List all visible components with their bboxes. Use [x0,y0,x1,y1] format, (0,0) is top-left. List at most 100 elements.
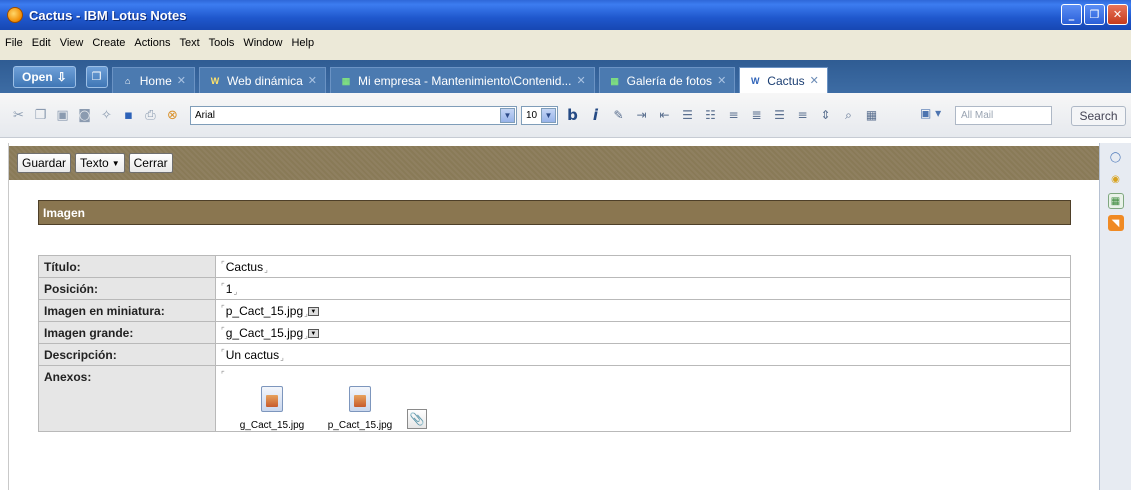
tab-close-icon[interactable]: ✕ [576,74,585,87]
rss-feed-icon[interactable]: ◥ [1107,215,1124,231]
table-row: Descripción: ⌜Un cactus⌟ [38,343,1071,366]
align-right-icon[interactable]: ☰ [771,107,788,124]
new-icon[interactable]: ✧ [98,107,115,124]
bold-button[interactable]: b [564,106,581,124]
menu-text[interactable]: Text [179,37,199,49]
description-field[interactable]: ⌜Un cactus⌟ [215,343,1071,366]
tab-cactus-label: Cactus [767,73,805,88]
indent-icon[interactable]: ⇥ [633,107,650,124]
menu-actions[interactable]: Actions [134,37,170,49]
tab-close-icon[interactable]: ✕ [810,74,819,87]
chevron-down-icon[interactable]: ▼ [500,107,515,123]
stop-icon[interactable]: ⊗ [164,107,181,124]
restore-button[interactable]: ❐ [1084,4,1105,25]
db-icon: ▦ [341,75,351,86]
font-value: Arial [195,109,216,121]
font-select[interactable]: Arial ▼ [190,105,517,125]
field-label: Imagen grande: [38,321,216,344]
justify-icon[interactable]: ≡ [794,107,811,124]
tab-galeria-label: Galería de fotos [626,73,713,88]
align-left-icon[interactable]: ≡ [725,107,742,124]
right-sidebar: ◯ ◉ ▦ ◥ [1099,143,1131,490]
thumbnail-field[interactable]: ⌜p_Cact_15.jpg⌟ ▼ [215,299,1071,322]
open-button-label: Open [22,69,53,84]
fields-table: Título: ⌜Cactus⌟ Posición: ⌜1⌟ Imagen en… [38,255,1071,432]
tab-close-icon[interactable]: ✕ [308,74,317,87]
tab-bar: Open ⇩ ❐ ⌂ Home ✕ W Web dinámica ✕ ▦ Mi … [0,60,1131,93]
print-icon[interactable]: ⎙ [142,107,159,124]
menu-bar: File Edit View Create Actions Text Tools… [0,30,1131,60]
cut-icon[interactable]: ✂ [10,107,27,124]
close-button[interactable]: ✕ [1107,4,1128,25]
menu-create[interactable]: Create [92,37,125,49]
dropdown-icon[interactable]: ▼ [307,328,319,338]
copy-window-icon[interactable]: ❐ [85,65,108,88]
attachment-item[interactable]: p_Cact_15.jpg [319,386,401,431]
open-arrow-icon: ⇩ [56,69,67,84]
tab-web-dinamica-label: Web dinámica [226,73,303,88]
attachment-item[interactable]: g_Cact_15.jpg [231,386,313,431]
find-icon[interactable]: ⌕ [840,107,857,124]
attachment-name: g_Cact_15.jpg [239,420,305,431]
attachment-name: p_Cact_15.jpg [327,420,393,431]
search-scope-input[interactable]: All Mail [955,106,1052,125]
table-row: Anexos: ⌜ g_Cact_15.jpg p_Cact_15.jpg 📎 [38,365,1071,432]
attachments-field[interactable]: ⌜ g_Cact_15.jpg p_Cact_15.jpg 📎 [215,365,1071,432]
tab-web-dinamica[interactable]: W Web dinámica ✕ [198,67,327,93]
outdent-icon[interactable]: ⇤ [656,107,673,124]
align-center-icon[interactable]: ≣ [748,107,765,124]
spacing-icon[interactable]: ⇕ [817,107,834,124]
menu-tools[interactable]: Tools [209,37,235,49]
minimize-button[interactable]: _ [1061,4,1082,25]
tab-home[interactable]: ⌂ Home ✕ [111,67,195,93]
title-value: Cactus [225,259,264,274]
highlight-icon[interactable]: ✎ [610,107,627,124]
text-menu-label: Texto [80,156,109,170]
menu-edit[interactable]: Edit [32,37,51,49]
tab-mi-empresa[interactable]: ▦ Mi empresa - Mantenimiento\Contenid...… [330,67,595,93]
menu-view[interactable]: View [60,37,84,49]
tab-close-icon[interactable]: ✕ [177,74,186,87]
bullet-list-icon[interactable]: ☰ [679,107,696,124]
window-title: Cactus - IBM Lotus Notes [29,7,187,23]
title-field[interactable]: ⌜Cactus⌟ [215,255,1071,278]
large-image-field[interactable]: ⌜g_Cact_15.jpg⌟ ▼ [215,321,1071,344]
menu-window[interactable]: Window [243,37,282,49]
field-label: Descripción: [38,343,216,366]
menu-file[interactable]: File [5,37,23,49]
numbered-list-icon[interactable]: ☷ [702,107,719,124]
attach-file-icon[interactable]: 📎 [407,409,427,429]
save-icon[interactable]: ▪ [120,107,137,124]
paste-special-icon[interactable]: ◙ [76,107,93,124]
position-value: 1 [225,281,233,296]
table-icon[interactable]: ▦ [863,107,880,124]
tab-galeria-de-fotos[interactable]: ▦ Galería de fotos ✕ [598,67,736,93]
copy-icon[interactable]: ❐ [32,107,49,124]
search-button[interactable]: Search [1071,106,1126,126]
calendar-icon[interactable]: ▦ [1107,193,1124,209]
dropdown-icon[interactable]: ▼ [307,306,319,316]
chevron-down-icon[interactable]: ▼ [541,107,556,123]
position-field[interactable]: ⌜1⌟ [215,277,1071,300]
tab-close-icon[interactable]: ✕ [717,74,726,87]
thumbnail-value: p_Cact_15.jpg [225,303,304,318]
save-button[interactable]: Guardar [17,153,72,173]
image-file-icon [261,386,283,412]
table-row: Título: ⌜Cactus⌟ [38,255,1071,278]
attachment-list: g_Cact_15.jpg p_Cact_15.jpg 📎 [221,386,1065,431]
close-doc-button[interactable]: Cerrar [128,153,173,173]
menu-help[interactable]: Help [291,37,314,49]
window-controls: _ ❐ ✕ [1061,4,1128,25]
italic-button[interactable]: i [587,106,604,124]
font-size-select[interactable]: 10 ▼ [521,105,558,125]
sametime-icon[interactable]: ◉ [1108,171,1124,187]
field-label: Anexos: [38,365,216,432]
image-file-icon [349,386,371,412]
text-menu-button[interactable]: Texto ▼ [75,153,125,173]
paste-icon[interactable]: ▣ [54,107,71,124]
tab-cactus[interactable]: W Cactus ✕ [739,67,828,93]
insert-icon[interactable]: ▣ ▾ [920,106,941,120]
search-icon[interactable]: ◯ [1108,149,1124,165]
field-label: Posición: [38,277,216,300]
open-button[interactable]: Open ⇩ [13,65,76,88]
